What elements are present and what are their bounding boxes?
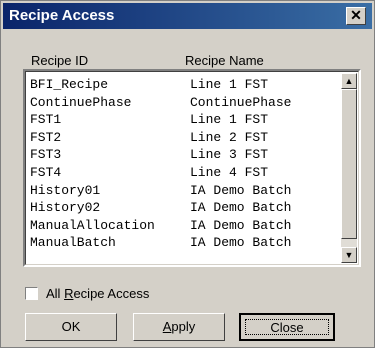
recipe-id: FST4	[30, 164, 62, 180]
recipe-id: ContinuePhase	[30, 94, 132, 110]
checkbox-box[interactable]	[25, 287, 38, 300]
title-bar[interactable]: Recipe Access ✕	[3, 3, 372, 29]
recipe-id: History01	[30, 182, 101, 198]
scroll-thumb[interactable]	[341, 89, 357, 239]
recipe-name: ContinuePhase	[190, 94, 292, 110]
recipe-name: Line 3 FST	[190, 147, 269, 163]
recipe-name: IA Demo Batch	[190, 235, 292, 251]
recipe-list[interactable]: BFI_Recipe Line 1 FST ContinuePhase Continu…	[23, 69, 361, 267]
recipe-id: ManualBatch	[30, 235, 116, 251]
recipe-id: BFI_Recipe	[30, 77, 109, 92]
recipe-name: Line 2 FST	[190, 129, 269, 145]
recipe-name: Line 1 FST	[190, 77, 269, 92]
ok-button[interactable]: OK	[25, 313, 117, 341]
recipe-name: Line 4 FST	[190, 164, 269, 180]
list-item[interactable]: BFI_Recipe Line 1 FST	[30, 76, 291, 94]
list-item[interactable]: FST4 Line 4 FST	[30, 164, 291, 182]
column-header-recipe-name[interactable]: Recipe Name	[185, 53, 264, 68]
list-item[interactable]: History01 IA Demo Batch	[30, 182, 291, 200]
apply-button[interactable]: Apply	[133, 313, 225, 341]
list-item[interactable]: History02 IA Demo Batch	[30, 199, 291, 217]
list-item[interactable]: FST1 Line 1 FST	[30, 111, 291, 129]
all-recipe-access-label: All Recipe Access	[46, 286, 150, 301]
down-arrow-icon[interactable]: ▼	[341, 247, 357, 263]
up-arrow-icon[interactable]: ▲	[341, 73, 357, 89]
dialog-title: Recipe Access	[9, 7, 115, 24]
recipe-name: IA Demo Batch	[190, 200, 292, 216]
recipe-rows: BFI_Recipe Line 1 FST ContinuePhase Continu…	[30, 76, 291, 252]
list-item[interactable]: ContinuePhase ContinuePhase	[30, 94, 291, 112]
close-button[interactable]: Close	[239, 313, 335, 341]
column-header-recipe-id[interactable]: Recipe ID	[31, 53, 88, 68]
vertical-scrollbar[interactable]: ▲ ▼	[341, 73, 357, 263]
list-item[interactable]: FST3 Line 3 FST	[30, 146, 291, 164]
recipe-name: IA Demo Batch	[190, 182, 292, 198]
recipe-id: History02	[30, 200, 101, 216]
recipe-name: Line 1 FST	[190, 112, 269, 128]
recipe-id: FST1	[30, 112, 62, 128]
recipe-access-dialog: Recipe Access ✕ Recipe ID Recipe Name BF…	[0, 0, 375, 348]
recipe-name: IA Demo Batch	[190, 217, 292, 233]
close-icon[interactable]: ✕	[346, 7, 366, 25]
recipe-id: FST3	[30, 147, 62, 163]
all-recipe-access-checkbox[interactable]: All Recipe Access	[25, 286, 149, 301]
list-item[interactable]: FST2 Line 2 FST	[30, 129, 291, 147]
list-item[interactable]: ManualAllocation IA Demo Batch	[30, 217, 291, 235]
list-item[interactable]: ManualBatch IA Demo Batch	[30, 234, 291, 252]
focus-rect	[245, 319, 329, 335]
recipe-id: ManualAllocation	[30, 217, 155, 233]
recipe-id: FST2	[30, 129, 62, 145]
